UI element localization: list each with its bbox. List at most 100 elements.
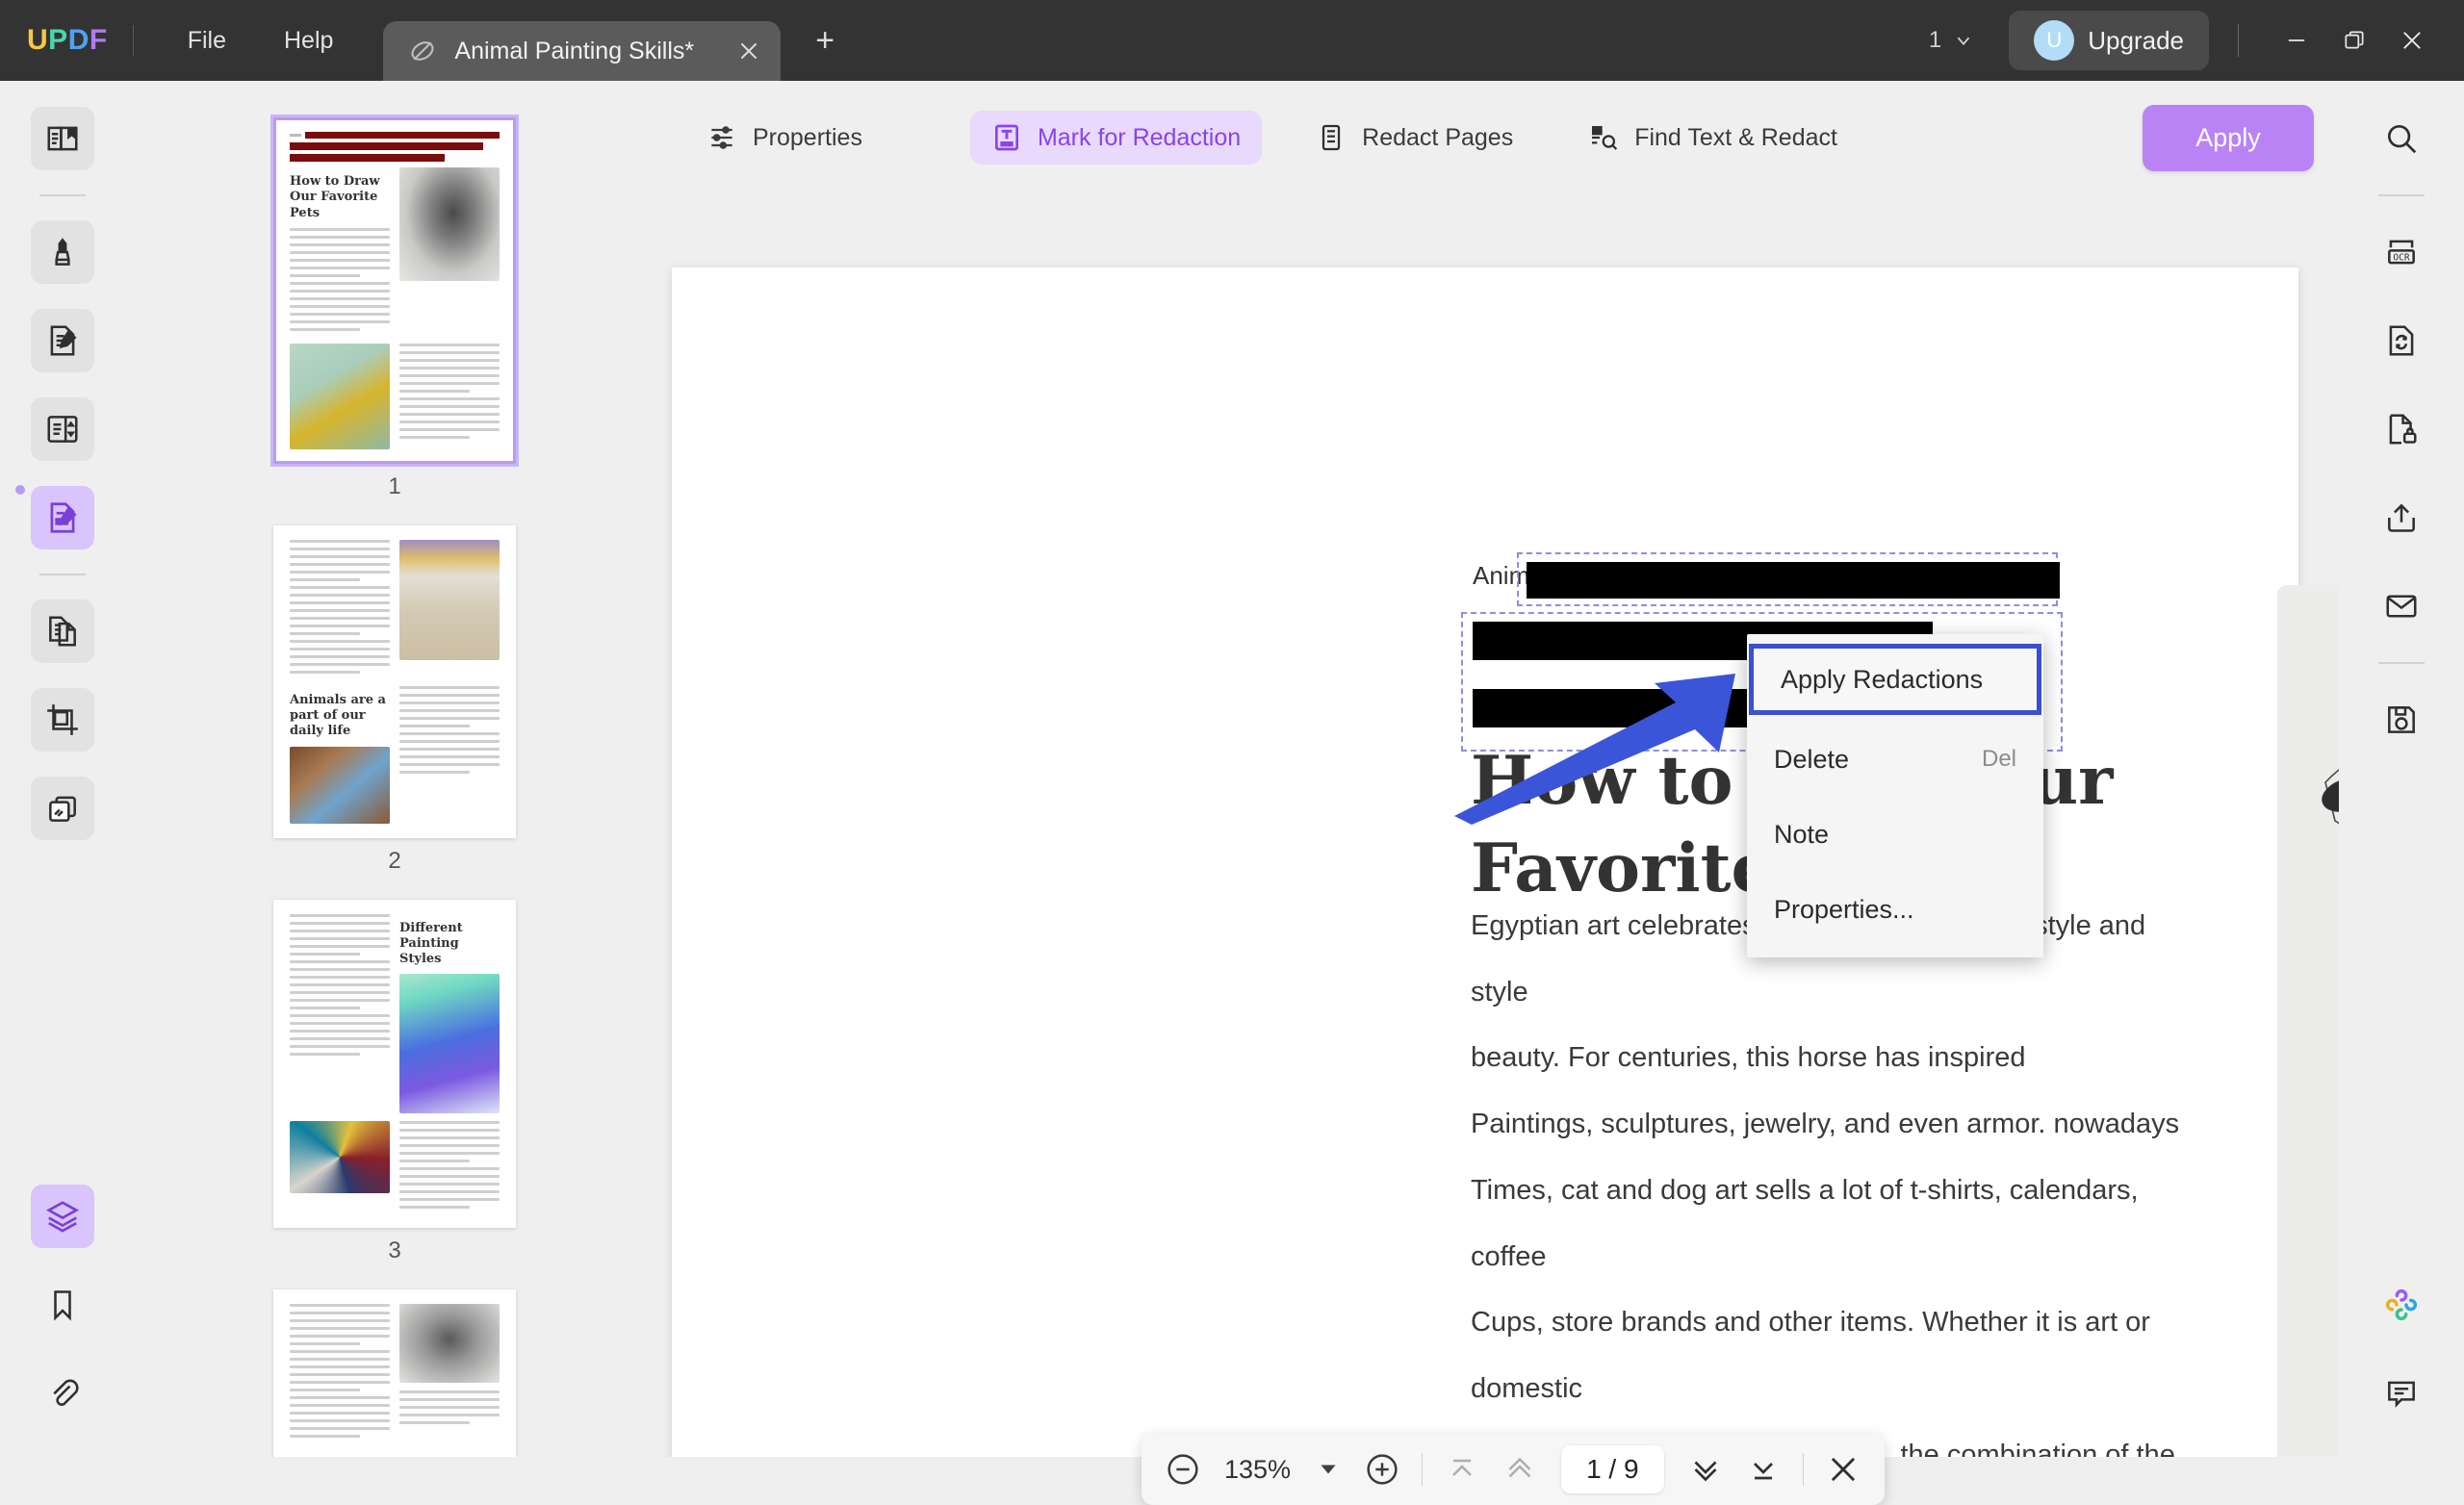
thumbnail-title-2: Animals are a part of our daily life bbox=[290, 692, 386, 739]
window-tab-count-value: 1 bbox=[1928, 27, 1942, 53]
zoom-in-icon[interactable] bbox=[1356, 1443, 1408, 1495]
restore-icon[interactable] bbox=[2325, 13, 2383, 68]
minimize-icon[interactable] bbox=[2268, 13, 2325, 68]
thumbnail-page-4[interactable] bbox=[273, 1289, 516, 1457]
workspace: How to Draw Our Favorite Pets 1 Animals … bbox=[0, 81, 2464, 1505]
redact-toolbar: Properties Mark for Redaction Redact Pag… bbox=[664, 81, 2339, 194]
protect-icon[interactable] bbox=[2370, 397, 2433, 461]
context-menu-label: Properties... bbox=[1774, 894, 1914, 924]
sidebar-item-annotate[interactable] bbox=[31, 220, 94, 284]
doc-body-line: Paintings, sculptures, jewelry, and even… bbox=[1471, 1109, 2180, 1140]
page-canvas[interactable]: Anim How to Draw Our Favorite Pets Egypt… bbox=[664, 194, 2339, 1457]
sidebar-item-redact[interactable] bbox=[31, 486, 94, 549]
sidebar-item-organize[interactable] bbox=[31, 397, 94, 461]
upgrade-button[interactable]: U Upgrade bbox=[2009, 11, 2209, 70]
chevron-down-icon[interactable] bbox=[1306, 1461, 1350, 1478]
sliders-icon bbox=[706, 122, 737, 153]
document-viewer: Properties Mark for Redaction Redact Pag… bbox=[664, 81, 2339, 1457]
properties-button[interactable]: Properties bbox=[685, 111, 884, 165]
save-icon[interactable] bbox=[2370, 688, 2433, 752]
redaction-context-menu[interactable]: Apply Redactions Delete Del Note Propert… bbox=[1747, 634, 2043, 957]
document-tab[interactable]: Animal Painting Skills* bbox=[383, 21, 782, 81]
page-redact-icon bbox=[1316, 122, 1347, 153]
apply-button[interactable]: Apply bbox=[2143, 104, 2314, 171]
find-text-redact-button[interactable]: Find Text & Redact bbox=[1567, 111, 1859, 165]
window-tab-count[interactable]: 1 bbox=[1929, 27, 1974, 54]
close-icon[interactable] bbox=[1817, 1443, 1869, 1495]
right-rail-divider bbox=[2378, 194, 2425, 196]
doc-body-line: Times, cat and dog art sells a lot of t-… bbox=[1471, 1174, 2139, 1272]
context-menu-item-properties[interactable]: Properties... bbox=[1747, 879, 2043, 940]
last-page-icon[interactable] bbox=[1737, 1443, 1789, 1495]
toolbar-divider-2 bbox=[1802, 1453, 1804, 1486]
share-icon[interactable] bbox=[2370, 486, 2433, 549]
rail-divider bbox=[39, 194, 86, 196]
doc-body-line: beauty. For centuries, this horse has in… bbox=[1471, 1042, 2026, 1074]
comment-icon[interactable] bbox=[2370, 1362, 2433, 1425]
thumbnail-label-1: 1 bbox=[388, 472, 401, 499]
ai-assistant-icon[interactable] bbox=[2370, 1273, 2433, 1337]
sidebar-item-edit[interactable] bbox=[31, 309, 94, 372]
menu-help[interactable]: Help bbox=[255, 0, 362, 81]
no-sync-icon bbox=[408, 37, 437, 65]
thumbnail-page-1[interactable]: How to Draw Our Favorite Pets bbox=[273, 117, 516, 464]
email-icon[interactable] bbox=[2370, 574, 2433, 638]
thumbnail-panel[interactable]: How to Draw Our Favorite Pets 1 Animals … bbox=[125, 81, 664, 1457]
context-menu-item-delete[interactable]: Delete Del bbox=[1747, 728, 2043, 790]
new-tab-button[interactable]: + bbox=[804, 19, 846, 62]
prev-page-icon[interactable] bbox=[1494, 1443, 1546, 1495]
rail-divider-2 bbox=[39, 574, 86, 575]
convert-icon[interactable] bbox=[2370, 309, 2433, 372]
panel-resize-handle[interactable] bbox=[15, 485, 25, 495]
search-icon[interactable] bbox=[2370, 107, 2433, 170]
thumbnail-page-3[interactable]: Different Painting Styles bbox=[273, 899, 516, 1229]
redaction-fill-1[interactable] bbox=[1527, 562, 2060, 599]
sidebar-item-batch[interactable] bbox=[31, 777, 94, 840]
doc-body: Egyptian art celebrates animals like cat… bbox=[1471, 893, 2202, 1457]
sidebar-item-crop[interactable] bbox=[31, 688, 94, 752]
context-menu-item-note[interactable]: Note bbox=[1747, 804, 2043, 865]
avatar: U bbox=[2034, 20, 2075, 61]
properties-label: Properties bbox=[753, 123, 862, 151]
sidebar-item-reader[interactable] bbox=[31, 107, 94, 170]
menu-file[interactable]: File bbox=[159, 0, 255, 81]
redact-pages-button[interactable]: Redact Pages bbox=[1295, 111, 1534, 165]
context-menu-item-apply-redactions[interactable]: Apply Redactions bbox=[1749, 644, 2041, 715]
zoom-out-icon[interactable] bbox=[1157, 1443, 1209, 1495]
context-menu-label: Note bbox=[1774, 819, 1830, 849]
next-page-icon[interactable] bbox=[1680, 1443, 1732, 1495]
left-tool-rail bbox=[0, 81, 125, 1457]
mark-for-redaction-label: Mark for Redaction bbox=[1037, 123, 1242, 151]
context-menu-shortcut: Del bbox=[1981, 746, 2016, 772]
page-zoom-toolbar[interactable]: 135% 1 / 9 bbox=[1142, 1434, 1885, 1505]
upgrade-label: Upgrade bbox=[2088, 25, 2184, 55]
titlebar-divider bbox=[132, 25, 134, 56]
ocr-icon[interactable]: OCR bbox=[2370, 220, 2433, 284]
thumbnail-page-2[interactable]: Animals are a part of our daily life bbox=[273, 524, 516, 838]
sidebar-item-bookmark[interactable] bbox=[31, 1273, 94, 1337]
sidebar-item-attachment[interactable] bbox=[31, 1362, 94, 1425]
sidebar-item-convert[interactable] bbox=[31, 599, 94, 663]
right-tool-rail: OCR bbox=[2339, 81, 2464, 1457]
titlebar-right-controls: 1 U Upgrade bbox=[1929, 11, 2464, 70]
app-logo: UPDF bbox=[27, 24, 108, 56]
first-page-icon[interactable] bbox=[1436, 1443, 1488, 1495]
close-icon[interactable] bbox=[731, 33, 767, 69]
dog-sketch-image bbox=[2277, 585, 2339, 1457]
sidebar-item-layers[interactable] bbox=[31, 1185, 94, 1248]
toolbar-divider bbox=[1422, 1453, 1424, 1486]
find-redact-icon bbox=[1588, 122, 1619, 153]
title-bar: UPDF File Help Animal Painting Skills* +… bbox=[0, 0, 2464, 81]
window-close-icon[interactable] bbox=[2383, 13, 2441, 68]
chevron-down-icon bbox=[1953, 30, 1974, 51]
annotation-arrow bbox=[1454, 674, 1735, 825]
context-menu-label: Apply Redactions bbox=[1781, 664, 1984, 694]
thumbnail-title-1: How to Draw Our Favorite Pets bbox=[290, 174, 380, 220]
redact-pages-label: Redact Pages bbox=[1362, 123, 1514, 151]
page-indicator[interactable]: 1 / 9 bbox=[1561, 1445, 1664, 1493]
find-text-redact-label: Find Text & Redact bbox=[1634, 123, 1837, 151]
mark-for-redaction-button[interactable]: Mark for Redaction bbox=[969, 111, 1263, 165]
pdf-page-1: Anim How to Draw Our Favorite Pets Egypt… bbox=[672, 268, 2339, 1457]
zoom-level-value[interactable]: 135% bbox=[1215, 1455, 1300, 1485]
right-rail-divider-2 bbox=[2378, 662, 2425, 664]
